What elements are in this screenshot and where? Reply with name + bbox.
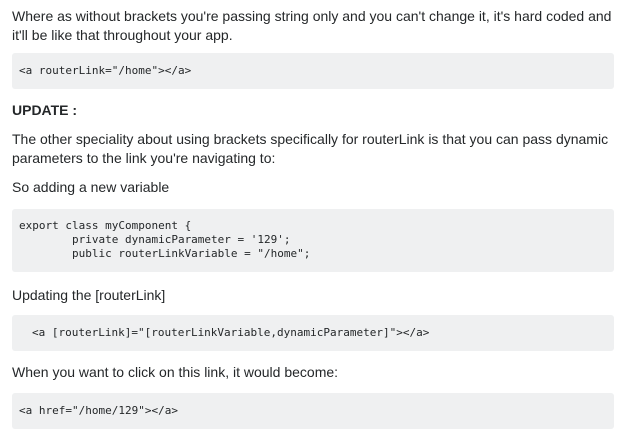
paragraph-without-brackets: Where as without brackets you're passing…	[12, 8, 612, 43]
code-block-component-class[interactable]: export class myComponent { private dynam…	[12, 209, 614, 272]
code-block-routerlink-string[interactable]: <a routerLink="/home"></a>	[12, 53, 614, 89]
code-block-routerlink-binding[interactable]: <a [routerLink]="[routerLinkVariable,dyn…	[12, 315, 614, 351]
paragraph-updating-routerlink: Updating the [routerLink]	[12, 287, 166, 303]
paragraph-click-link: When you want to click on this link, it …	[12, 364, 339, 380]
code-block-href-result[interactable]: <a href="/home/129"></a>	[12, 393, 614, 429]
code-line: export class myComponent {	[19, 219, 192, 232]
update-heading: UPDATE :	[12, 102, 78, 118]
paragraph-dynamic-parameters: The other speciality about using bracket…	[12, 131, 609, 166]
code-line: private dynamicParameter = '129';	[19, 233, 291, 246]
paragraph-new-variable: So adding a new variable	[12, 179, 170, 195]
code-line: public routerLinkVariable = "/home";	[19, 247, 311, 260]
